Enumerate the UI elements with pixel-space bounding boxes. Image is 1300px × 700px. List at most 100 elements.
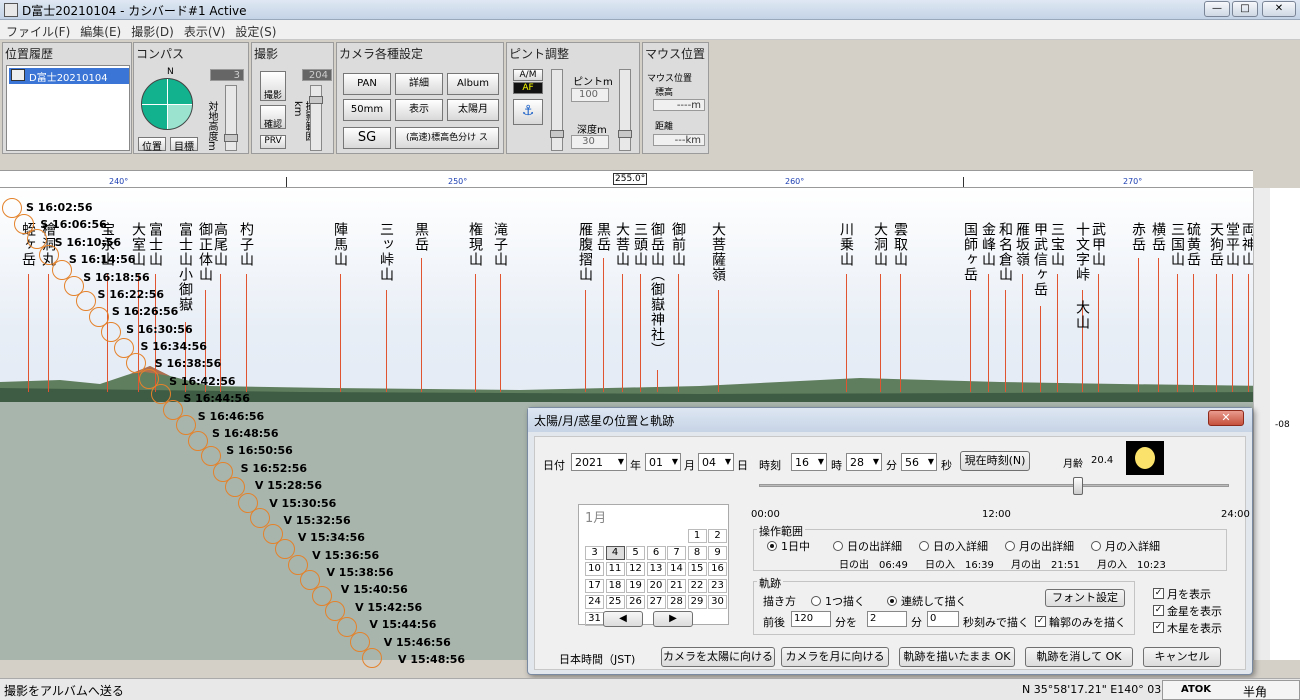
range-radio-allday[interactable] bbox=[767, 541, 777, 551]
history-list[interactable]: D富士20210104 bbox=[6, 65, 130, 151]
calendar-prev-button[interactable]: ◀ bbox=[603, 611, 643, 627]
calendar-next-button[interactable]: ▶ bbox=[653, 611, 693, 627]
color-mode-button[interactable]: (高速)標高色分け ス bbox=[395, 127, 499, 149]
camera-to-sun-button[interactable]: カメラを太陽に向ける bbox=[661, 647, 775, 667]
outline-only-checkbox[interactable]: ✓ bbox=[1035, 616, 1046, 627]
calendar-day[interactable]: 4 bbox=[605, 545, 625, 560]
atok-label[interactable]: ATOK bbox=[1181, 684, 1211, 695]
camera-to-moon-button[interactable]: カメラを月に向ける bbox=[781, 647, 889, 667]
anchor-icon[interactable]: ⚓ bbox=[513, 99, 543, 125]
clear-track-ok-button[interactable]: 軌跡を消して OK bbox=[1025, 647, 1133, 667]
menu-edit[interactable]: 編集(E) bbox=[74, 20, 125, 40]
menu-file[interactable]: ファイル(F) bbox=[0, 20, 74, 40]
before-after-input[interactable]: 120 bbox=[791, 611, 831, 627]
range-radio-sunset[interactable] bbox=[919, 541, 929, 551]
day-select[interactable]: 04 bbox=[698, 453, 734, 471]
time-slider-thumb[interactable] bbox=[1073, 477, 1083, 495]
calendar-day[interactable]: 15 bbox=[687, 562, 707, 576]
time-slider[interactable] bbox=[759, 484, 1229, 487]
altitude-slider[interactable] bbox=[224, 85, 238, 151]
second-select[interactable]: 56 bbox=[901, 453, 937, 471]
menu-view[interactable]: 表示(V) bbox=[178, 20, 230, 40]
confirm-button[interactable]: 確認 bbox=[260, 105, 286, 130]
calendar-day[interactable]: 17 bbox=[585, 578, 604, 593]
calendar-day[interactable]: 28 bbox=[667, 595, 686, 609]
calendar-day[interactable]: 19 bbox=[626, 578, 645, 593]
calendar-day[interactable]: 11 bbox=[605, 562, 625, 576]
display-button[interactable]: 表示 bbox=[395, 99, 443, 121]
preview-button[interactable]: PRV bbox=[260, 135, 286, 149]
calendar-day[interactable]: 13 bbox=[646, 562, 666, 576]
calendar-day[interactable]: 30 bbox=[708, 595, 727, 609]
close-window-button[interactable]: ✕ bbox=[1262, 1, 1296, 17]
album-button[interactable]: Album bbox=[447, 73, 499, 95]
calendar-day[interactable]: 29 bbox=[687, 595, 707, 609]
menu-shoot[interactable]: 撮影(D) bbox=[125, 20, 178, 40]
focus-slider-left[interactable] bbox=[550, 69, 564, 151]
cancel-button[interactable]: キャンセル bbox=[1143, 647, 1221, 667]
keep-track-ok-button[interactable]: 軌跡を描いたまま OK bbox=[899, 647, 1015, 667]
calendar-day[interactable]: 9 bbox=[708, 545, 727, 560]
calendar-day[interactable]: 21 bbox=[667, 578, 686, 593]
depth-slider[interactable] bbox=[618, 69, 632, 151]
minimize-button[interactable]: — bbox=[1204, 1, 1230, 17]
show-venus-checkbox[interactable]: ✓ bbox=[1153, 605, 1164, 616]
vertical-scrollbar[interactable] bbox=[1253, 188, 1270, 660]
calendar-day[interactable]: 18 bbox=[605, 578, 625, 593]
step-minute-input[interactable]: 2 bbox=[867, 611, 907, 627]
range-radio-moonrise[interactable] bbox=[1005, 541, 1015, 551]
calendar-day[interactable]: 14 bbox=[667, 562, 686, 576]
lens-button[interactable]: 50mm bbox=[343, 99, 391, 121]
calendar-day[interactable]: 22 bbox=[687, 578, 707, 593]
track-time-label: V 15:38:56 bbox=[326, 566, 394, 580]
calendar-day[interactable]: 5 bbox=[626, 545, 645, 560]
detail-button[interactable]: 詳細 bbox=[395, 73, 443, 95]
calendar-day[interactable]: 25 bbox=[605, 595, 625, 609]
calendar-day[interactable]: 16 bbox=[708, 562, 727, 576]
sunmoon-button[interactable]: 太陽月 bbox=[447, 99, 499, 121]
calendar-day[interactable]: 12 bbox=[626, 562, 645, 576]
target-button[interactable]: 目標 bbox=[170, 137, 198, 153]
am-button[interactable]: A/M bbox=[513, 69, 543, 81]
minute-select[interactable]: 28 bbox=[846, 453, 882, 471]
calendar-day[interactable]: 10 bbox=[585, 562, 604, 576]
af-button[interactable]: AF bbox=[513, 82, 543, 94]
draw-one-radio[interactable] bbox=[811, 596, 821, 606]
show-jupiter-checkbox[interactable]: ✓ bbox=[1153, 622, 1164, 633]
calendar-day[interactable]: 2 bbox=[708, 529, 727, 543]
menu-settings[interactable]: 設定(S) bbox=[229, 20, 280, 40]
draw-cont-radio[interactable] bbox=[887, 596, 897, 606]
peak-line bbox=[603, 258, 604, 392]
dialog-close-button[interactable]: ✕ bbox=[1208, 410, 1244, 426]
maximize-button[interactable]: □ bbox=[1232, 1, 1258, 17]
range-slider[interactable] bbox=[309, 85, 323, 151]
ime-mode[interactable]: 半角 bbox=[1243, 683, 1267, 700]
calendar[interactable]: 1月 1 2 3 4 5 6 7 8 9 10 11 12 13 14 15 16 17 18 19 20 21 22 23… bbox=[578, 504, 729, 626]
calendar-day[interactable]: 1 bbox=[687, 529, 707, 543]
calendar-day[interactable]: 26 bbox=[626, 595, 645, 609]
position-button[interactable]: 位置 bbox=[138, 137, 166, 153]
calendar-day[interactable]: 27 bbox=[646, 595, 666, 609]
range-radio-moonset[interactable] bbox=[1091, 541, 1101, 551]
step-second-input[interactable]: 0 bbox=[927, 611, 959, 627]
shoot-button[interactable]: 撮影 bbox=[260, 71, 286, 101]
calendar-day[interactable]: 3 bbox=[585, 545, 604, 560]
show-moon-checkbox[interactable]: ✓ bbox=[1153, 588, 1164, 599]
font-settings-button[interactable]: フォント設定 bbox=[1045, 589, 1125, 607]
calendar-day[interactable]: 6 bbox=[646, 545, 666, 560]
month-select[interactable]: 01 bbox=[645, 453, 681, 471]
year-select[interactable]: 2021 bbox=[571, 453, 627, 471]
calendar-day[interactable]: 20 bbox=[646, 578, 666, 593]
hour-select[interactable]: 16 bbox=[791, 453, 827, 471]
calendar-day[interactable]: 7 bbox=[667, 545, 686, 560]
sg-button[interactable]: SG bbox=[343, 127, 391, 149]
calendar-day[interactable]: 24 bbox=[585, 595, 604, 609]
compass-dial[interactable] bbox=[141, 78, 193, 130]
now-button[interactable]: 現在時刻(N) bbox=[960, 451, 1030, 471]
calendar-day[interactable]: 31 bbox=[585, 611, 604, 626]
calendar-day[interactable]: 8 bbox=[687, 545, 707, 560]
pan-button[interactable]: PAN bbox=[343, 73, 391, 95]
calendar-day[interactable]: 23 bbox=[708, 578, 727, 593]
history-item[interactable]: D富士20210104 bbox=[9, 68, 129, 84]
range-radio-sunrise[interactable] bbox=[833, 541, 843, 551]
